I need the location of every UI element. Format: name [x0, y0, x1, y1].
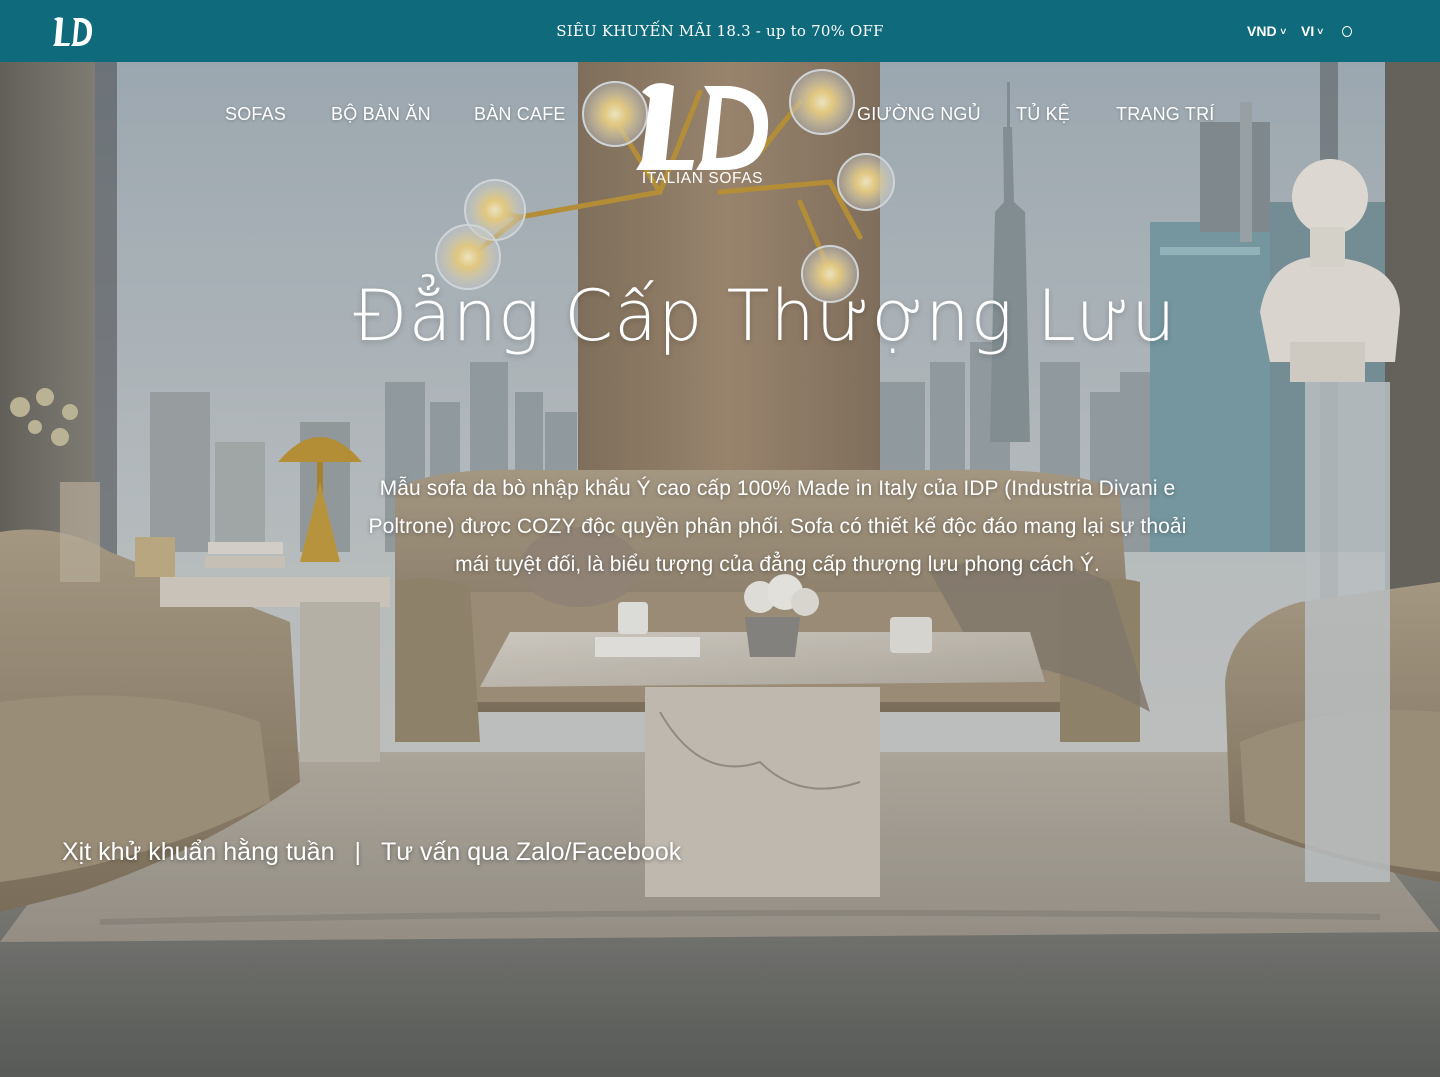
currency-label: VND: [1247, 23, 1277, 39]
language-selector[interactable]: VI ∨: [1301, 23, 1325, 39]
chevron-down-icon: ∨: [1316, 25, 1325, 36]
nav-item-sofas[interactable]: SOFAS: [225, 104, 286, 125]
hero-description: Mẫu sofa da bò nhập khẩu Ý cao cấp 100% …: [368, 477, 1187, 576]
hero-title: Đẳng Cấp Thượng Lưu: [353, 275, 1177, 357]
chevron-down-icon: ∨: [1278, 25, 1288, 36]
zalo-facebook-consult-link[interactable]: Tư vấn qua Zalo/Facebook: [381, 838, 681, 867]
disinfection-link[interactable]: Xịt khử khuẩn hằng tuần: [62, 838, 335, 867]
language-label: VI: [1301, 23, 1315, 39]
service-separator: |: [354, 838, 362, 866]
promo-banner-text[interactable]: SIÊU KHUYẾN MÃI 18.3 - up to 70% OFF: [0, 22, 1440, 40]
nav-item-beds[interactable]: GIƯỜNG NGỦ: [857, 104, 981, 125]
nav-item-coffee-tables[interactable]: BÀN CAFE: [474, 104, 566, 125]
service-links: Xịt khử khuẩn hằng tuần | Tư vấn qua Zal…: [62, 838, 681, 867]
currency-selector[interactable]: VND ∨: [1247, 23, 1288, 39]
nav-item-decor[interactable]: TRANG TRÍ: [1116, 104, 1214, 125]
search-icon[interactable]: [1342, 26, 1352, 37]
announcement-bar: SIÊU KHUYẾN MÃI 18.3 - up to 70% OFF VND…: [0, 0, 1440, 62]
brand-tagline: ITALIAN SOFAS: [641, 170, 764, 187]
nav-item-cabinets[interactable]: TỦ KỆ: [1016, 104, 1070, 125]
nav-item-dining-sets[interactable]: BỘ BÀN ĂN: [331, 104, 431, 125]
